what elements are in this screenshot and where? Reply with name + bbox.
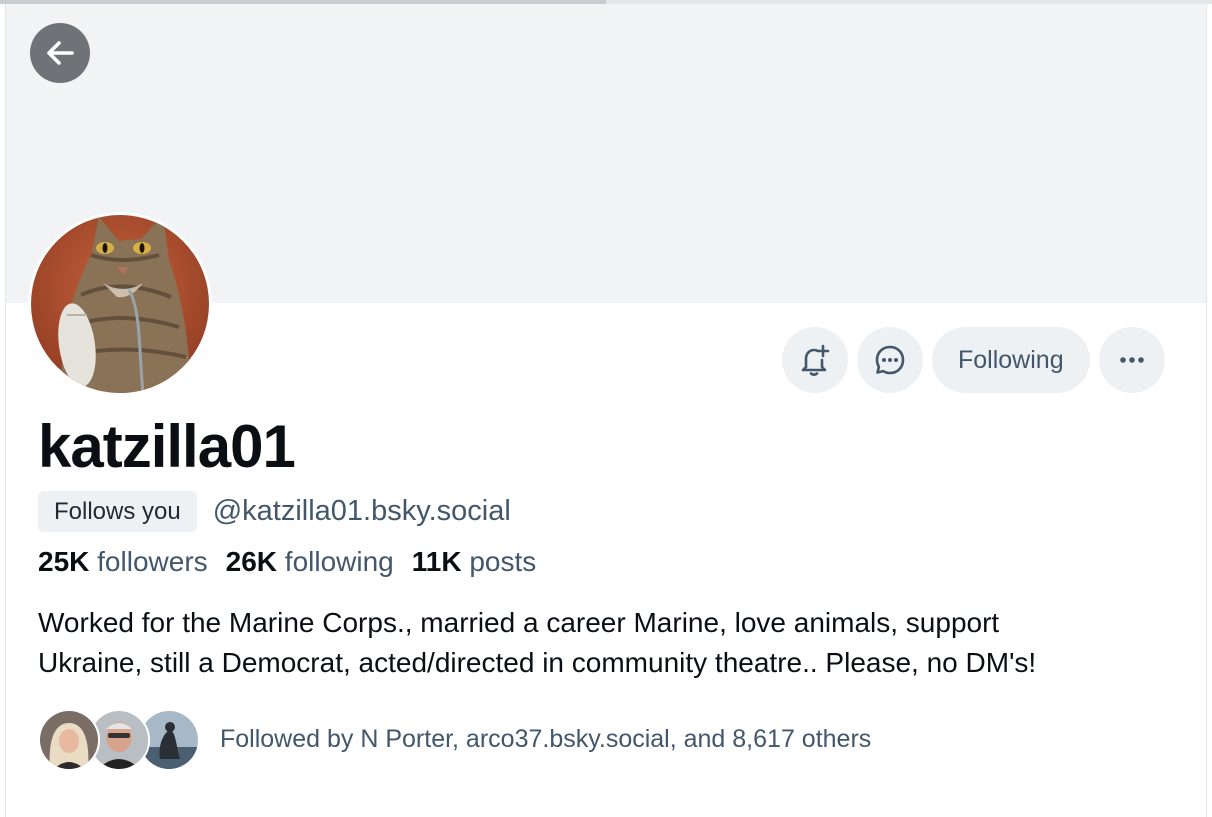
followed-by-row[interactable]: Followed by N Porter, arco37.bsky.social…: [38, 709, 872, 771]
display-name: katzilla01: [38, 413, 296, 480]
arrow-left-icon: [47, 41, 74, 65]
bio-line: Worked for the Marine Corps., married a …: [38, 607, 1000, 638]
followers-label: followers: [97, 546, 208, 577]
follower-avatar: [38, 709, 100, 771]
profile-stats: 25K followers 26K following 11K posts: [38, 546, 536, 578]
bell-plus-icon: [801, 344, 830, 377]
following-button[interactable]: Following: [932, 327, 1090, 393]
followers-count: 25K: [38, 546, 90, 577]
followed-by-text: Followed by N Porter, arco37.bsky.social…: [220, 724, 872, 753]
follows-you-badge: Follows you: [38, 491, 197, 532]
handle-row: Follows you @katzilla01.bsky.social: [38, 491, 511, 532]
posts-stat: 11K posts: [412, 546, 537, 578]
following-stat[interactable]: 26K following: [226, 546, 394, 578]
followers-stat[interactable]: 25K followers: [38, 546, 208, 578]
posts-label: posts: [469, 546, 537, 577]
posts-count: 11K: [411, 546, 462, 577]
back-button[interactable]: [30, 23, 90, 83]
more-options-button[interactable]: [1098, 327, 1165, 393]
notify-button[interactable]: [782, 327, 848, 393]
following-label: following: [284, 546, 394, 577]
following-count: 26K: [225, 546, 278, 577]
message-button[interactable]: [857, 327, 923, 393]
chat-bubble-icon: [875, 345, 905, 375]
profile-bio: Worked for the Marine Corps., married a …: [38, 603, 1188, 683]
bio-line: Ukraine, still a Democrat, acted/directe…: [38, 647, 1037, 678]
profile-actions: Following: [782, 327, 1165, 393]
follower-avatars: [38, 709, 200, 771]
profile-handle: @katzilla01.bsky.social: [212, 495, 511, 527]
avatar-image: [31, 215, 209, 393]
profile-avatar[interactable]: [28, 212, 212, 396]
ellipsis-icon: [1119, 357, 1144, 363]
